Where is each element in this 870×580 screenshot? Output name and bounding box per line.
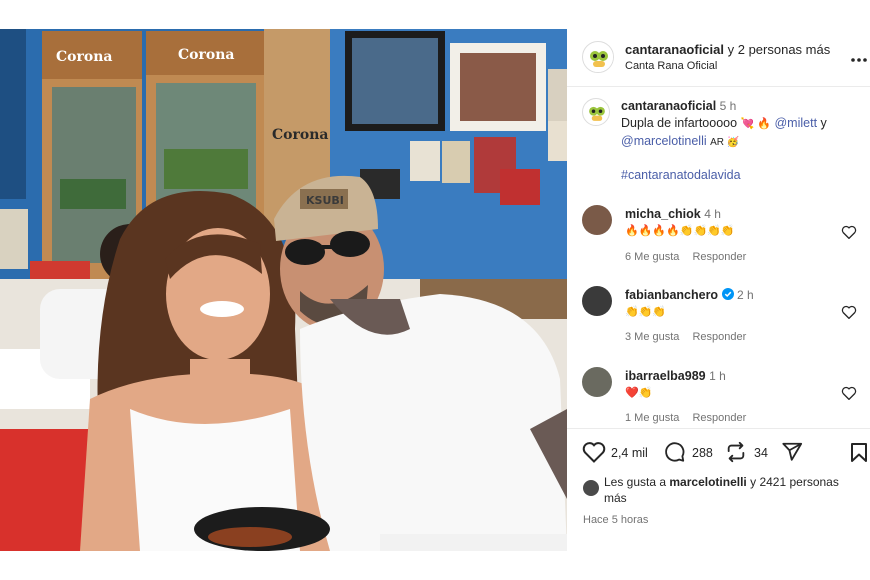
liked-by-avatar[interactable] (583, 480, 599, 496)
like-button[interactable] (582, 441, 606, 468)
frog-logo-icon (589, 106, 605, 121)
header-collab-text[interactable]: y 2 personas más (728, 42, 831, 57)
comment-likes[interactable]: 6 Me gusta (625, 251, 679, 263)
repost-button[interactable] (725, 441, 747, 468)
caption-flag: AR 🥳 (710, 137, 740, 148)
caption-username[interactable]: cantaranaoficial (621, 99, 716, 113)
actions-divider (567, 428, 870, 429)
more-horizontal-icon (851, 58, 867, 62)
save-button[interactable] (850, 442, 868, 468)
mention-milett[interactable]: @milett (774, 116, 817, 130)
comment-avatar[interactable] (582, 286, 612, 316)
header-divider (567, 86, 870, 87)
caption-and: y (820, 116, 827, 130)
fridge-brand-1: Corona (56, 49, 112, 65)
comment-avatar[interactable] (582, 205, 612, 235)
hashtag-link[interactable]: #cantaranatodalavida (621, 168, 741, 182)
caption-emojis: 💘 🔥 (740, 118, 771, 130)
heart-outline-icon (841, 305, 857, 320)
comment-username[interactable]: ibarraelba989 (625, 369, 706, 383)
comment-text: 🔥🔥🔥🔥👏👏👏👏 (625, 225, 735, 237)
paper-plane-icon (782, 442, 803, 461)
comment-likes[interactable]: 3 Me gusta (625, 331, 679, 343)
heart-outline-icon (841, 386, 857, 401)
comment-username[interactable]: micha_chiok (625, 207, 701, 221)
comment-time: 1 h (709, 369, 726, 383)
comment-like-button[interactable] (841, 386, 857, 405)
liked-by-suffix[interactable]: y 2421 personas (750, 475, 839, 489)
liked-by-user[interactable]: marcelotinelli (669, 475, 746, 489)
repost-icon (727, 441, 745, 463)
comment-button[interactable] (663, 441, 686, 468)
reposts-count: 34 (754, 446, 768, 460)
comment-avatar[interactable] (582, 367, 612, 397)
comment-reply-button[interactable]: Responder (692, 331, 746, 343)
comment-reply-button[interactable]: Responder (692, 412, 746, 424)
share-button[interactable] (781, 441, 803, 468)
liked-by-suffix-2[interactable]: más (604, 490, 627, 506)
comment-like-button[interactable] (841, 225, 857, 244)
comment-text: ❤️👏 (625, 387, 653, 399)
frog-logo-icon (584, 43, 613, 72)
likes-count: 2,4 mil (611, 446, 648, 460)
comment-time: 4 h (704, 207, 721, 221)
heart-outline-icon (841, 225, 857, 240)
header-account-name[interactable]: cantaranaoficial (625, 42, 724, 57)
fridge-brand-2: Corona (178, 47, 234, 63)
more-options-button[interactable] (850, 50, 868, 62)
comment-like-button[interactable] (841, 305, 857, 324)
account-avatar[interactable] (582, 41, 614, 73)
comments-count: 288 (692, 446, 713, 460)
header-subtitle: Canta Rana Oficial (625, 60, 718, 72)
caption-avatar[interactable] (582, 98, 610, 126)
posted-time[interactable]: Hace 5 horas (583, 514, 648, 526)
panel-brand: Corona (272, 127, 328, 143)
photo-scene: Corona Corona Corona KSUBI (0, 29, 567, 551)
verified-badge-icon (721, 288, 734, 300)
post-photo[interactable]: Corona Corona Corona KSUBI (0, 29, 567, 551)
caption-time: 5 h (719, 99, 737, 113)
comment-bubble-icon (665, 442, 685, 462)
comment-text: 👏👏👏 (625, 306, 667, 318)
comment-likes[interactable]: 1 Me gusta (625, 412, 679, 424)
liked-by-prefix: Les gusta a (604, 475, 667, 489)
mention-marcelotinelli[interactable]: @marcelotinelli (621, 134, 707, 148)
comment-reply-button[interactable]: Responder (692, 251, 746, 263)
cap-brand: KSUBI (306, 194, 344, 207)
comment-time: 2 h (737, 288, 754, 302)
heart-icon (582, 442, 606, 463)
bookmark-icon (851, 443, 867, 462)
caption-text: Dupla de infartooooo (621, 116, 738, 130)
comment-username[interactable]: fabianbanchero (625, 288, 718, 302)
